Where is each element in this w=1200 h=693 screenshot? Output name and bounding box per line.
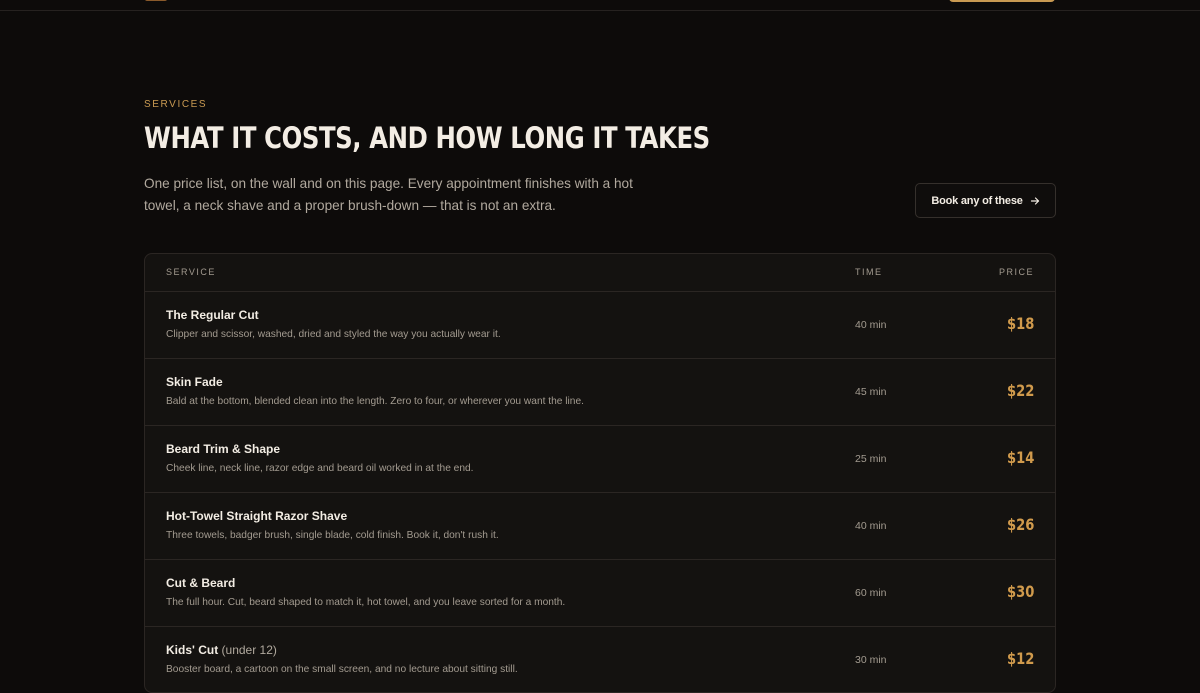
column-header-price: PRICE	[998, 267, 1034, 277]
book-any-button-label: Book any of these	[931, 194, 1023, 207]
service-name-text: The Regular Cut	[166, 308, 259, 322]
service-description: Cheek line, neck line, razor edge and be…	[166, 463, 474, 474]
column-header-time: TIME	[855, 267, 883, 277]
service-name-text: Kids' Cut	[166, 643, 219, 657]
table-row: Skin Fade Bald at the bottom, blended cl…	[145, 359, 1055, 426]
service-price: $14	[1006, 448, 1034, 467]
table-row: Beard Trim & Shape Cheek line, neck line…	[145, 426, 1055, 493]
section-eyebrow: SERVICES	[144, 99, 208, 110]
table-row: Cut & Beard The full hour. Cut, beard sh…	[145, 560, 1055, 627]
price-table: SERVICE TIME PRICE The Regular Cut Clipp…	[144, 253, 1056, 693]
service-name: Kids' Cut (under 12)	[166, 643, 277, 657]
service-description: Booster board, a cartoon on the small sc…	[166, 664, 518, 675]
service-name: Skin Fade	[166, 375, 223, 389]
service-time: 60 min	[855, 587, 887, 599]
service-time: 45 min	[855, 386, 887, 398]
service-price: $26	[1006, 515, 1034, 534]
service-name: Cut & Beard	[166, 576, 235, 590]
service-time: 40 min	[855, 520, 887, 532]
service-name: Beard Trim & Shape	[166, 442, 280, 456]
book-any-button[interactable]: Book any of these	[915, 183, 1056, 218]
service-name: Hot-Towel Straight Razor Shave	[166, 509, 347, 523]
service-name-text: Beard Trim & Shape	[166, 442, 281, 456]
table-header: SERVICE TIME PRICE	[145, 254, 1055, 292]
section-intro: One price list, on the wall and on this …	[144, 176, 633, 213]
service-description: Bald at the bottom, blended clean into t…	[166, 396, 584, 407]
service-name: The Regular Cut	[166, 308, 259, 322]
table-row: The Regular Cut Clipper and scissor, was…	[145, 292, 1055, 359]
service-price: $22	[1006, 381, 1034, 400]
service-price: $30	[1006, 582, 1034, 601]
service-time: 25 min	[855, 453, 887, 465]
column-header-service: SERVICE	[166, 267, 216, 277]
service-name-text: Hot-Towel Straight Razor Shave	[166, 509, 348, 523]
table-row: Hot-Towel Straight Razor Shave Three tow…	[145, 493, 1055, 560]
service-price: $18	[1006, 314, 1034, 333]
logo-icon[interactable]	[145, 0, 167, 1]
top-nav-bar	[0, 0, 1200, 11]
table-row: Kids' Cut (under 12) Booster board, a ca…	[145, 627, 1055, 692]
arrow-right-icon	[1030, 196, 1040, 206]
service-time: 30 min	[855, 654, 887, 666]
section-title: WHAT IT COSTS, AND HOW LONG IT TAKES	[144, 121, 710, 155]
service-note: (under 12)	[221, 643, 277, 657]
service-time: 40 min	[855, 319, 887, 331]
header-book-button[interactable]	[949, 0, 1055, 2]
service-description: Three towels, badger brush, single blade…	[166, 530, 499, 541]
service-description: The full hour. Cut, beard shaped to matc…	[166, 597, 566, 608]
service-name-text: Skin Fade	[166, 375, 223, 389]
service-name-text: Cut & Beard	[166, 576, 236, 590]
service-price: $12	[1006, 649, 1034, 668]
service-description: Clipper and scissor, washed, dried and s…	[166, 329, 501, 340]
